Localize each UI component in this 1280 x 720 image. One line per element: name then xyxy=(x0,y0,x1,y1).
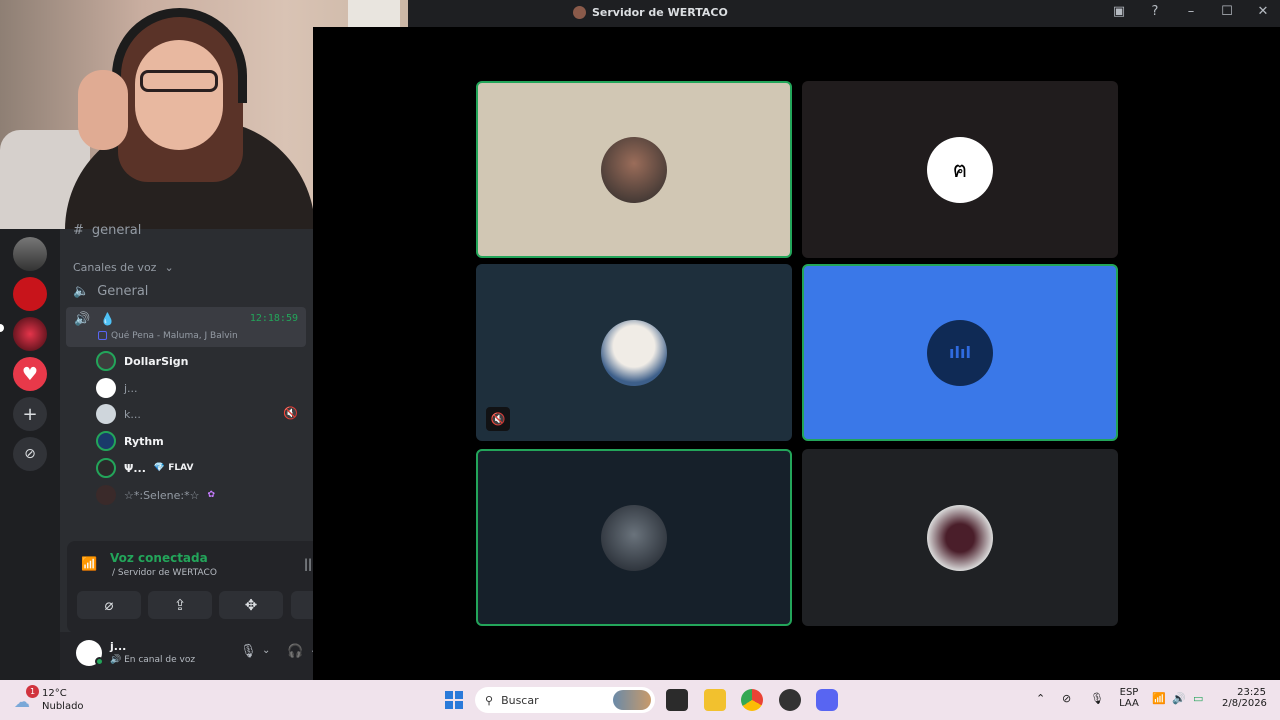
drop-icon: 💧 xyxy=(100,312,115,326)
participant-avatar xyxy=(601,136,667,203)
search-icon: ⚲ xyxy=(485,693,494,707)
participant-tile[interactable] xyxy=(476,449,792,626)
participant-avatar: ฅ xyxy=(927,136,993,203)
clan-tag: 💎 FLAV xyxy=(153,463,194,473)
activity-status: Qué Pena - Maluma, J Balvin xyxy=(98,331,238,341)
voice-stage: ฅ 🔇 ılıl xyxy=(313,27,1280,680)
voice-user[interactable]: Rythm xyxy=(96,431,164,451)
help-icon[interactable]: ? xyxy=(1146,4,1164,19)
language-indicator[interactable]: ESP LAA xyxy=(1118,687,1140,709)
heart-server-icon[interactable]: ♥ xyxy=(13,357,47,391)
voice-user[interactable]: j... xyxy=(96,378,138,398)
participant-tile[interactable] xyxy=(802,449,1118,626)
inbox-icon[interactable]: ▣ xyxy=(1110,4,1128,19)
mic-icon[interactable]: 🎙 xyxy=(1090,692,1104,705)
server-list: ♥ + ⊘ xyxy=(0,229,60,680)
activities-icon: ✥ xyxy=(244,596,258,614)
screen-share-icon: ⇪ xyxy=(173,596,187,614)
server-icon xyxy=(573,6,586,19)
avatar xyxy=(96,404,116,424)
wifi-icon[interactable]: 📶 xyxy=(1152,692,1166,705)
title-bar: Servidor de WERTACO ▣ ? – ☐ ✕ xyxy=(408,0,1280,27)
os-taskbar: ☁ 1 12°C Nublado ⚲ Buscar ⌃ ⊘ 🎙 ESP LAA … xyxy=(0,680,1280,720)
file-explorer-icon[interactable] xyxy=(704,689,726,711)
voice-user[interactable]: ☆*:Selene:*☆ ✿ xyxy=(96,485,215,505)
activity-icon xyxy=(98,331,107,340)
chrome-icon[interactable] xyxy=(741,689,763,711)
headphones-icon[interactable]: 🎧 xyxy=(287,644,303,659)
terminal-app-icon[interactable] xyxy=(666,689,688,711)
signal-icon: 📶 xyxy=(81,557,98,572)
avatar xyxy=(96,485,116,505)
chevron-up-icon[interactable]: ⌃ xyxy=(1036,692,1045,705)
clock[interactable]: 23:25 2/8/2026 xyxy=(1222,687,1267,709)
chevron-down-icon[interactable]: ⌄ xyxy=(262,645,270,656)
active-user-row[interactable]: 🔊 💧 12:18:59 Qué Pena - Maluma, J Balvin xyxy=(66,307,306,347)
volume-icon[interactable]: 🔊 xyxy=(1172,692,1186,705)
participant-tile[interactable]: ฅ xyxy=(802,81,1118,258)
discord-icon[interactable] xyxy=(816,689,838,711)
server-icon[interactable] xyxy=(13,317,47,351)
avatar xyxy=(96,458,116,478)
avatar xyxy=(96,351,116,371)
camera-button[interactable]: ⌀ xyxy=(77,591,141,619)
channel-list: # general Canales de voz ⌄ 🔈 General 🔊 💧… xyxy=(60,223,373,680)
status-text: 🔊 En canal de voz xyxy=(110,655,196,665)
participant-avatar xyxy=(927,504,993,571)
screen-share-button[interactable]: ⇪ xyxy=(148,591,212,619)
window-title: Servidor de WERTACO xyxy=(573,6,728,19)
search-highlight-image xyxy=(613,690,651,710)
mute-icon: 🔇 xyxy=(283,406,298,420)
camera-off-icon: ⌀ xyxy=(104,596,114,614)
text-channel-general[interactable]: # general xyxy=(73,223,141,238)
voice-icon: 🔊 xyxy=(110,655,122,665)
windows-start-button[interactable] xyxy=(443,689,465,711)
decoration-icon: ✿ xyxy=(207,490,215,500)
participant-avatar xyxy=(601,504,667,571)
avatar xyxy=(96,431,116,451)
voice-channel-general[interactable]: 🔈 General xyxy=(73,284,148,299)
steam-icon[interactable] xyxy=(779,689,801,711)
participant-tile[interactable]: 🔇 xyxy=(476,264,792,441)
speaker-active-icon: 🔊 xyxy=(74,312,91,327)
avatar xyxy=(96,378,116,398)
server-icon[interactable] xyxy=(13,277,47,311)
close-button[interactable]: ✕ xyxy=(1254,4,1272,19)
network-off-icon[interactable]: ⊘ xyxy=(1062,692,1071,705)
mic-icon[interactable]: 🎙 xyxy=(240,644,257,659)
active-server-indicator xyxy=(0,324,4,332)
voice-user[interactable]: Ψ... 💎 FLAV xyxy=(96,458,193,478)
minimize-button[interactable]: – xyxy=(1182,4,1200,19)
search-box[interactable]: ⚲ Buscar xyxy=(475,687,655,713)
chevron-down-icon: ⌄ xyxy=(164,261,174,274)
participant-tile[interactable] xyxy=(476,81,792,258)
gem-icon: 💎 xyxy=(153,463,166,473)
explore-icon[interactable]: ⊘ xyxy=(13,437,47,471)
participant-avatar: ılıl xyxy=(927,319,993,386)
activities-button[interactable]: ✥ xyxy=(219,591,283,619)
status-dot xyxy=(95,657,104,666)
add-server-button[interactable]: + xyxy=(13,397,47,431)
maximize-button[interactable]: ☐ xyxy=(1218,4,1236,19)
voice-user[interactable]: k... 🔇 xyxy=(96,404,298,424)
participant-tile[interactable]: ılıl xyxy=(802,264,1118,441)
voice-category-header[interactable]: Canales de voz ⌄ xyxy=(73,261,174,274)
speaker-icon: 🔈 xyxy=(73,284,90,299)
participant-avatar xyxy=(601,319,667,386)
voice-user[interactable]: DollarSign xyxy=(96,351,188,371)
server-icon[interactable] xyxy=(13,237,47,271)
hash-icon: # xyxy=(73,223,84,238)
mute-icon: 🔇 xyxy=(486,407,510,431)
battery-icon[interactable]: ▭ xyxy=(1193,692,1203,705)
